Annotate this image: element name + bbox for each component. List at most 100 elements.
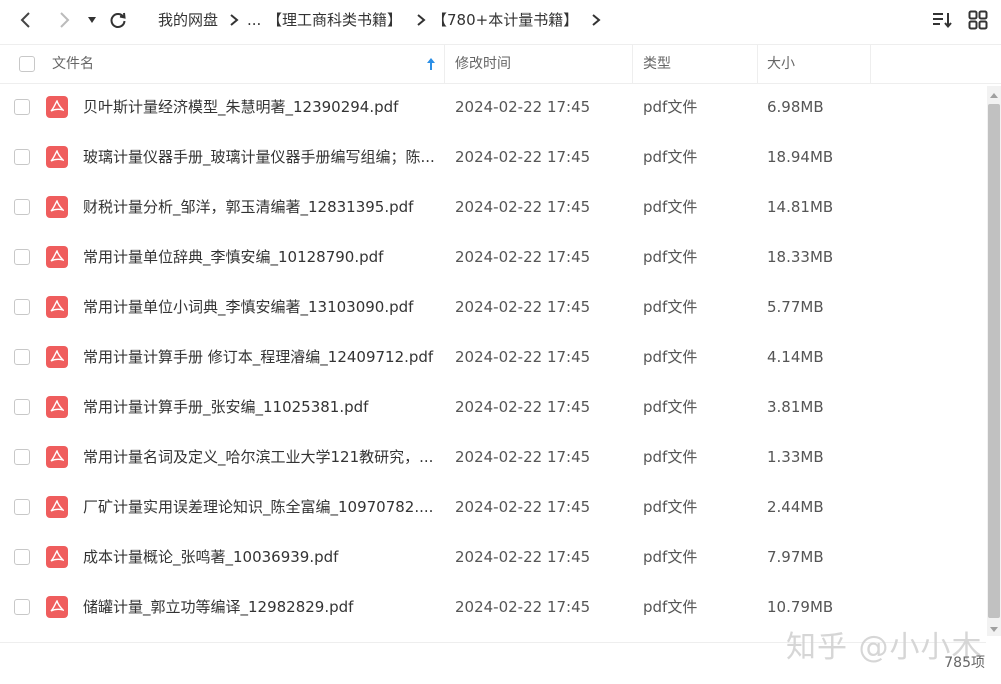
file-name: 贝叶斯计量经济模型_朱慧明著_12390294.pdf <box>83 98 399 116</box>
row-checkbox[interactable] <box>14 549 30 565</box>
file-size: 3.81MB <box>767 398 824 416</box>
file-type: pdf文件 <box>643 198 698 216</box>
file-name: 常用计量名词及定义_哈尔滨工业大学121教研究，... <box>83 448 434 466</box>
header-size[interactable]: 大小 <box>767 45 795 83</box>
table-row[interactable]: 财税计量分析_邹洋，郭玉清编著_12831395.pdf 2024-02-22 … <box>0 182 986 232</box>
row-checkbox[interactable] <box>14 99 30 115</box>
scrollbar-thumb[interactable] <box>988 104 1000 618</box>
file-size: 4.14MB <box>767 348 824 366</box>
file-type: pdf文件 <box>643 448 698 466</box>
column-divider[interactable] <box>632 45 633 83</box>
refresh-icon <box>110 12 126 28</box>
table-row[interactable]: 常用计量单位辞典_李慎安编_10128790.pdf 2024-02-22 17… <box>0 232 986 282</box>
header-name[interactable]: 文件名 <box>52 45 94 83</box>
file-date: 2024-02-22 17:45 <box>455 398 591 416</box>
pdf-file-icon <box>46 596 68 618</box>
breadcrumb-folder-2[interactable]: 【780+本计量书籍】 <box>432 0 578 40</box>
pdf-file-icon <box>46 96 68 118</box>
row-checkbox[interactable] <box>14 249 30 265</box>
chevron-right-icon <box>592 14 601 26</box>
scroll-up-button[interactable] <box>987 88 1001 102</box>
row-checkbox[interactable] <box>14 399 30 415</box>
header-date[interactable]: 修改时间 <box>455 45 511 83</box>
history-dropdown-button[interactable] <box>80 6 104 34</box>
back-arrow-icon <box>20 12 30 28</box>
dropdown-caret-icon <box>88 17 96 23</box>
breadcrumb-separator <box>416 0 426 40</box>
file-size: 2.44MB <box>767 498 824 516</box>
file-name: 玻璃计量仪器手册_玻璃计量仪器手册编写组编；陈... <box>83 148 435 166</box>
table-row[interactable]: 常用计量计算手册 修订本_程理濬编_12409712.pdf 2024-02-2… <box>0 332 986 382</box>
file-size: 18.94MB <box>767 148 834 166</box>
breadcrumb-root[interactable]: 我的网盘 <box>158 0 218 40</box>
file-name: 常用计量计算手册 修订本_程理濬编_12409712.pdf <box>83 348 434 366</box>
back-button[interactable] <box>12 6 40 34</box>
item-count: 785项 <box>944 655 985 671</box>
file-type: pdf文件 <box>643 498 698 516</box>
table-row[interactable]: 常用计量单位小词典_李慎安编著_13103090.pdf 2024-02-22 … <box>0 282 986 332</box>
forward-button[interactable] <box>50 6 78 34</box>
file-size: 18.33MB <box>767 248 834 266</box>
row-checkbox[interactable] <box>14 299 30 315</box>
file-type: pdf文件 <box>643 598 698 616</box>
column-divider[interactable] <box>757 45 758 83</box>
table-row[interactable]: 成本计量概论_张鸣著_10036939.pdf 2024-02-22 17:45… <box>0 532 986 582</box>
caret-up-icon <box>990 92 998 98</box>
row-checkbox[interactable] <box>14 599 30 615</box>
scroll-down-button[interactable] <box>987 622 1001 636</box>
table-row[interactable]: 常用计量计算手册_张安编_11025381.pdf 2024-02-22 17:… <box>0 382 986 432</box>
file-type: pdf文件 <box>643 298 698 316</box>
header-type[interactable]: 类型 <box>643 45 671 83</box>
file-type: pdf文件 <box>643 148 698 166</box>
chevron-right-icon <box>230 14 239 26</box>
file-name: 厂矿计量实用误差理论知识_陈全富编_10970782.... <box>83 498 434 516</box>
select-all-checkbox[interactable] <box>19 56 35 72</box>
file-date: 2024-02-22 17:45 <box>455 198 591 216</box>
pdf-file-icon <box>46 296 68 318</box>
refresh-button[interactable] <box>104 6 132 34</box>
table-row[interactable]: 常用计量名词及定义_哈尔滨工业大学121教研究，... 2024-02-22 1… <box>0 432 986 482</box>
pdf-file-icon <box>46 246 68 268</box>
column-divider[interactable] <box>444 45 445 83</box>
pdf-file-icon <box>46 446 68 468</box>
row-checkbox[interactable] <box>14 499 30 515</box>
pdf-file-icon <box>46 496 68 518</box>
file-type: pdf文件 <box>643 548 698 566</box>
breadcrumb-folder-1[interactable]: 【理工商科类书籍】 <box>267 0 402 40</box>
table-row[interactable]: 厂矿计量实用误差理论知识_陈全富编_10970782.... 2024-02-2… <box>0 482 986 532</box>
pdf-file-icon <box>46 396 68 418</box>
file-date: 2024-02-22 17:45 <box>455 498 591 516</box>
table-row[interactable]: 贝叶斯计量经济模型_朱慧明著_12390294.pdf 2024-02-22 1… <box>0 82 986 132</box>
file-date: 2024-02-22 17:45 <box>455 548 591 566</box>
file-type: pdf文件 <box>643 98 698 116</box>
breadcrumb-ellipsis[interactable]: ... <box>247 0 261 40</box>
row-checkbox[interactable] <box>14 199 30 215</box>
table-row[interactable]: 玻璃计量仪器手册_玻璃计量仪器手册编写组编；陈... 2024-02-22 17… <box>0 132 986 182</box>
file-date: 2024-02-22 17:45 <box>455 148 591 166</box>
column-divider[interactable] <box>870 45 871 83</box>
breadcrumb-separator <box>591 0 601 40</box>
column-header: 文件名 修改时间 类型 大小 <box>0 44 1001 84</box>
caret-down-icon <box>990 626 998 632</box>
file-size: 14.81MB <box>767 198 834 216</box>
file-date: 2024-02-22 17:45 <box>455 98 591 116</box>
file-date: 2024-02-22 17:45 <box>455 598 591 616</box>
forward-arrow-icon <box>60 12 70 28</box>
view-mode-button[interactable] <box>967 9 989 31</box>
sort-up-arrow-icon[interactable] <box>426 57 436 71</box>
sort-options-button[interactable] <box>931 9 953 31</box>
file-size: 7.97MB <box>767 548 824 566</box>
file-name: 储罐计量_郭立功等编译_12982829.pdf <box>83 598 354 616</box>
file-type: pdf文件 <box>643 248 698 266</box>
row-checkbox[interactable] <box>14 149 30 165</box>
file-date: 2024-02-22 17:45 <box>455 248 591 266</box>
file-name: 常用计量计算手册_张安编_11025381.pdf <box>83 398 369 416</box>
toolbar: 我的网盘 ... 【理工商科类书籍】 【780+本计量书籍】 <box>0 0 1001 40</box>
row-checkbox[interactable] <box>14 449 30 465</box>
file-name: 常用计量单位辞典_李慎安编_10128790.pdf <box>83 248 384 266</box>
grid-view-icon <box>968 10 988 30</box>
file-date: 2024-02-22 17:45 <box>455 298 591 316</box>
breadcrumb-separator <box>229 0 239 40</box>
file-name: 财税计量分析_邹洋，郭玉清编著_12831395.pdf <box>83 198 414 216</box>
row-checkbox[interactable] <box>14 349 30 365</box>
